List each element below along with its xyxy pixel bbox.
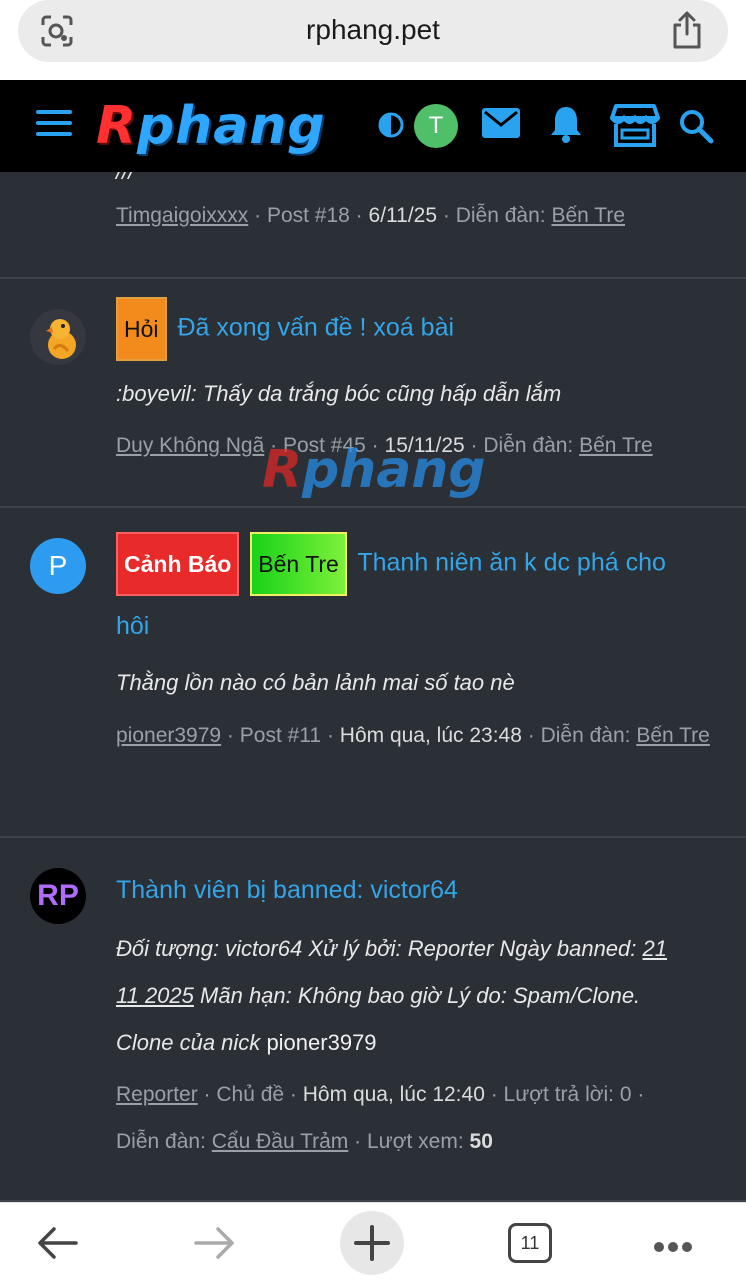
post-snippet: Đối tượng: victor64 Xử lý bởi: Reporter … — [116, 936, 668, 1055]
prefix-badge-warning[interactable]: Cảnh Báo — [116, 532, 240, 596]
url-text[interactable]: rphang.pet — [18, 14, 728, 46]
list-item: P Cảnh Báo Bến Tre Thanh niên ăn k dc ph… — [0, 508, 746, 838]
plus-icon — [354, 1225, 390, 1261]
author-link[interactable]: Timgaigoixxxx — [116, 204, 248, 227]
post-meta: Reporter · Chủ đề · Hôm qua, lúc 12:40 ·… — [116, 1083, 645, 1153]
theme-toggle-icon[interactable] — [378, 112, 404, 138]
forum-link[interactable]: Bến Tre — [551, 204, 625, 227]
site-logo[interactable]: Rphang — [96, 96, 326, 156]
nick-mention: pioner3979 — [266, 1030, 377, 1055]
thread-title-continued[interactable]: hôi — [116, 596, 722, 656]
thread-title-line: Cảnh Báo Bến Tre Thanh niên ăn k dc phá … — [116, 532, 722, 596]
post-date: Hôm qua, lúc 12:40 — [302, 1083, 485, 1106]
share-icon[interactable] — [670, 10, 704, 50]
date-link[interactable]: 11 2025 — [116, 983, 194, 1008]
post-snippet: :boyevil: Thấy da trắng bóc cũng hấp dẫn… — [116, 381, 562, 406]
mail-icon[interactable] — [482, 108, 520, 138]
post-meta: pioner3979 · Post #11 · Hôm qua, lúc 23:… — [116, 724, 710, 747]
forum-link[interactable]: Bến Tre — [579, 434, 653, 457]
more-menu-icon[interactable] — [654, 1239, 698, 1252]
store-icon[interactable] — [610, 102, 660, 148]
prefix-badge[interactable]: Hỏi — [116, 297, 167, 361]
list-item: /// Timgaigoixxxx · Post #18 · 6/11/25 ·… — [0, 172, 746, 279]
bell-icon[interactable] — [548, 104, 584, 144]
reply-count: Lượt trả lời: 0 — [503, 1083, 632, 1106]
date-link[interactable]: 21 — [643, 936, 667, 961]
thread-title[interactable]: Đã xong vấn đề ! xoá bài — [177, 314, 454, 342]
search-icon[interactable] — [678, 108, 714, 144]
thread-title[interactable]: Thanh niên ăn k dc phá cho — [357, 549, 666, 577]
post-number[interactable]: Post #11 — [240, 724, 321, 747]
watermark-logo: Rphang — [262, 440, 486, 500]
forum-link[interactable]: Bến Tre — [636, 724, 710, 747]
forum-label: Diễn đàn: — [116, 1130, 206, 1153]
prefix-badge-forum[interactable]: Bến Tre — [250, 532, 347, 596]
post-snippet: /// — [116, 172, 722, 192]
thread-title-line: Hỏi Đã xong vấn đề ! xoá bài — [116, 297, 722, 361]
site-header: Rphang T — [0, 80, 746, 172]
new-tab-button[interactable] — [340, 1211, 404, 1275]
browser-bottom-bar: 11 — [0, 1202, 746, 1280]
forum-link[interactable]: Cẩu Đầu Trảm — [212, 1130, 349, 1153]
post-meta: Timgaigoixxxx · Post #18 · 6/11/25 · Diễ… — [116, 204, 625, 227]
thread-title[interactable]: Thành viên bị banned: victor64 — [116, 860, 722, 920]
post-number[interactable]: Post #18 — [267, 204, 350, 227]
post-date: Hôm qua, lúc 23:48 — [339, 724, 522, 747]
content-type: Chủ đề — [216, 1083, 285, 1106]
avatar[interactable]: RP — [30, 868, 86, 924]
views-label: Lượt xem: — [366, 1130, 464, 1153]
forum-label: Diễn đàn: — [540, 724, 631, 747]
forum-label: Diễn đàn: — [455, 204, 546, 227]
back-arrow-icon[interactable] — [36, 1225, 78, 1261]
author-link[interactable]: Duy Không Ngã — [116, 434, 264, 457]
author-link[interactable]: Reporter — [116, 1083, 198, 1106]
user-avatar[interactable]: T — [414, 104, 458, 148]
post-date: 6/11/25 — [368, 204, 438, 227]
browser-top-bar: rphang.pet — [0, 0, 746, 80]
search-results-list: /// Timgaigoixxxx · Post #18 · 6/11/25 ·… — [0, 172, 746, 1202]
post-snippet: Thằng lồn nào có bản lảnh mai số tao nè — [116, 670, 515, 695]
forward-arrow-icon[interactable] — [194, 1225, 236, 1261]
forum-label: Diễn đàn: — [483, 434, 574, 457]
avatar[interactable]: P — [30, 538, 86, 594]
menu-icon[interactable] — [36, 110, 72, 140]
list-item: RP Thành viên bị banned: victor64 Đối tư… — [0, 838, 746, 1202]
duck-avatar[interactable] — [30, 309, 86, 365]
address-bar[interactable]: rphang.pet — [18, 0, 728, 62]
views-count: 50 — [469, 1130, 493, 1153]
author-link[interactable]: pioner3979 — [116, 724, 221, 747]
tab-switcher-button[interactable]: 11 — [508, 1223, 552, 1263]
